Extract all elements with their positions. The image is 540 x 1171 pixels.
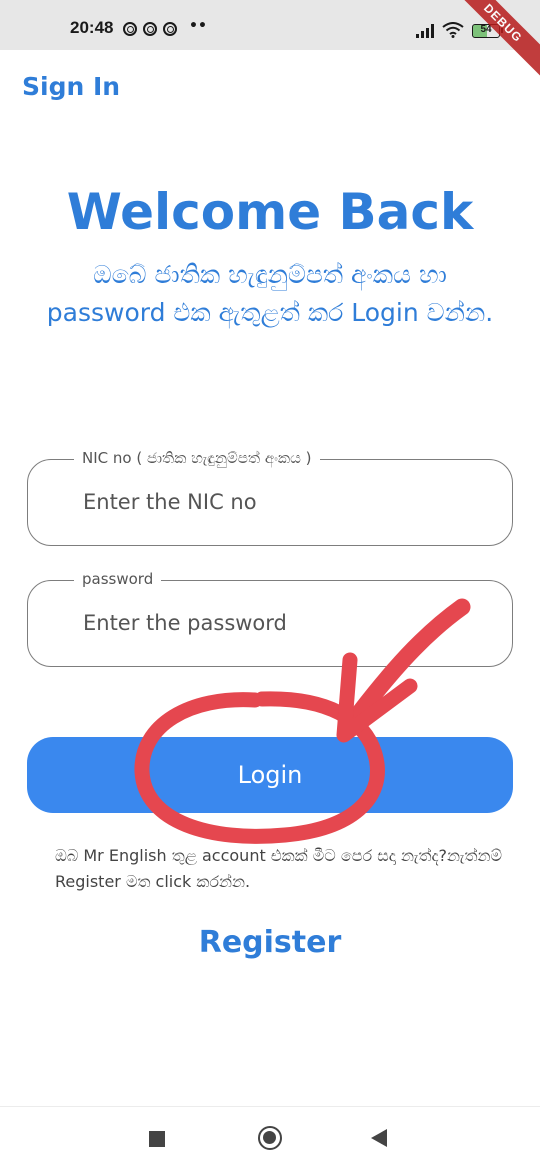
status-notification-icons: •• xyxy=(123,18,207,36)
notification-circle-icon xyxy=(123,22,137,36)
register-help-text: ඔබ Mr English තුළ account එකක් මීට පෙර ස… xyxy=(55,846,502,891)
back-icon[interactable] xyxy=(371,1129,387,1147)
welcome-title: Welcome Back xyxy=(66,183,474,241)
password-field[interactable]: password Enter the password xyxy=(27,570,513,667)
password-field-label: password xyxy=(74,570,162,588)
status-right-icons: 54 xyxy=(416,22,503,38)
signal-icon xyxy=(416,24,434,38)
register-link[interactable]: Register xyxy=(0,925,540,960)
welcome-subtitle: ඔබේ ජාතික හැඳුනුම්පත් අංකය හා password එ… xyxy=(46,260,494,327)
debug-banner: DEBUG xyxy=(442,0,540,84)
notification-circle-icon xyxy=(143,22,157,36)
nic-field[interactable]: NIC no ( ජාතික හැඳුනුම්පත් අංකය ) Enter … xyxy=(27,449,513,546)
nic-field-label: NIC no ( ජාතික හැඳුනුම්පත් අංකය ) xyxy=(74,449,320,467)
annotation-arrow-head xyxy=(336,652,418,743)
login-button[interactable]: Login xyxy=(27,737,513,813)
nic-input[interactable]: Enter the NIC no xyxy=(83,490,257,514)
recent-apps-icon[interactable] xyxy=(149,1131,165,1147)
system-nav-bar xyxy=(0,1106,540,1171)
status-bar: 20:48 •• 54 DEBUG xyxy=(0,0,540,84)
status-time: 20:48 xyxy=(70,18,114,37)
notification-circle-icon xyxy=(163,22,177,36)
wifi-icon xyxy=(442,22,464,38)
home-icon[interactable] xyxy=(258,1126,282,1150)
password-input[interactable]: Enter the password xyxy=(83,611,287,635)
app-bar-title: Sign In xyxy=(22,72,121,101)
more-notifications-dots: •• xyxy=(189,18,207,34)
